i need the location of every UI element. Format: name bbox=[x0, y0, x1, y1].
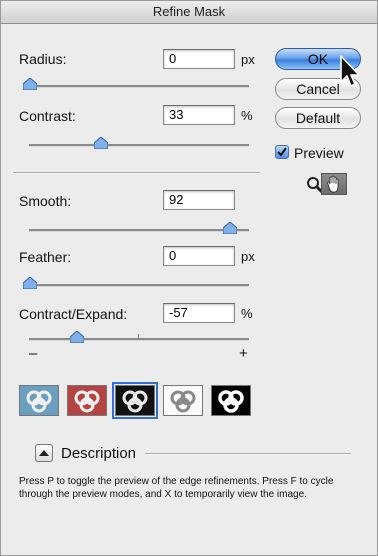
radius-slider-track[interactable] bbox=[27, 85, 249, 88]
standard-mode-icon[interactable] bbox=[19, 385, 59, 416]
feather-slider-thumb[interactable] bbox=[23, 277, 37, 289]
smooth-input[interactable]: 92 bbox=[163, 190, 235, 210]
contract-expand-slider-track[interactable] bbox=[29, 338, 249, 341]
preview-label: Preview bbox=[294, 145, 344, 161]
smooth-slider-thumb[interactable] bbox=[223, 222, 237, 234]
contract-expand-center-tick bbox=[138, 334, 139, 339]
contract-expand-label: Contract/Expand: bbox=[19, 306, 128, 322]
expand-max-symbol: + bbox=[239, 345, 248, 362]
black-background-mode-icon[interactable] bbox=[112, 382, 158, 419]
radius-unit: px bbox=[241, 52, 255, 67]
contract-expand-unit: % bbox=[241, 306, 253, 321]
contract-expand-slider-thumb[interactable] bbox=[70, 331, 84, 343]
dialog-title: Refine Mask bbox=[1, 1, 377, 24]
feather-label: Feather: bbox=[19, 249, 72, 265]
hand-icon bbox=[327, 175, 339, 193]
contrast-slider-track[interactable] bbox=[29, 144, 249, 147]
default-button[interactable]: Default bbox=[275, 107, 361, 129]
knot-icon bbox=[212, 386, 250, 415]
contrast-input[interactable]: 33 bbox=[163, 105, 235, 125]
refine-mask-dialog: Refine Mask Radius: 0 px Contrast: 33 % … bbox=[0, 0, 378, 556]
description-divider bbox=[145, 453, 351, 455]
triangle-up-icon bbox=[39, 450, 49, 456]
mouse-pointer-icon bbox=[340, 55, 360, 87]
smooth-label: Smooth: bbox=[19, 193, 72, 209]
section-divider bbox=[13, 172, 260, 174]
contract-expand-input[interactable]: -57 bbox=[163, 303, 235, 323]
description-label: Description bbox=[61, 445, 137, 462]
knot-icon bbox=[68, 386, 106, 415]
hand-tool-button[interactable] bbox=[321, 173, 347, 195]
contrast-slider-thumb[interactable] bbox=[94, 137, 108, 149]
feather-unit: px bbox=[241, 249, 255, 264]
description-text: Press P to toggle the preview of the edg… bbox=[19, 476, 334, 500]
knot-icon bbox=[116, 386, 154, 415]
knot-icon bbox=[164, 386, 202, 415]
feather-input[interactable]: 0 bbox=[163, 246, 235, 266]
radius-input[interactable]: 0 bbox=[163, 49, 235, 69]
mask-mode-icon[interactable] bbox=[211, 385, 251, 416]
contract-min-symbol: – bbox=[29, 345, 38, 362]
quick-mask-mode-icon[interactable] bbox=[67, 385, 107, 416]
feather-slider-track[interactable] bbox=[27, 284, 249, 287]
description-disclosure-button[interactable] bbox=[35, 444, 53, 462]
radius-label: Radius: bbox=[19, 51, 67, 67]
white-background-mode-icon[interactable] bbox=[163, 385, 203, 416]
contrast-unit: % bbox=[241, 108, 253, 123]
preview-checkbox[interactable] bbox=[275, 145, 289, 159]
smooth-slider-track[interactable] bbox=[29, 229, 249, 232]
knot-icon bbox=[20, 386, 58, 415]
radius-slider-thumb[interactable] bbox=[23, 78, 37, 90]
checkmark-icon bbox=[277, 147, 287, 157]
contrast-label: Contrast: bbox=[19, 108, 76, 124]
